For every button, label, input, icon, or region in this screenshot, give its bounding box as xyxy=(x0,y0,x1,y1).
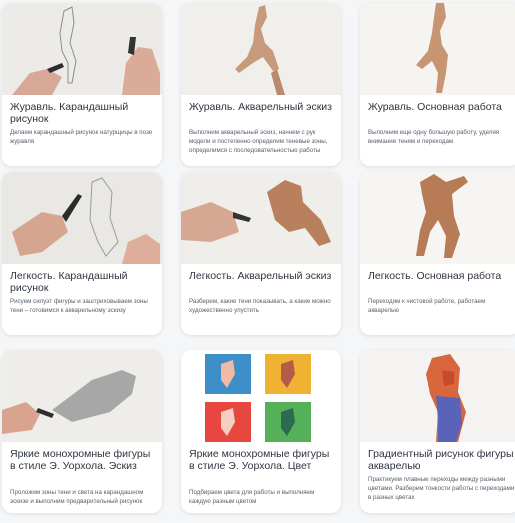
lesson-card[interactable]: Журавль. Карандашный рисунок Делаем кара… xyxy=(2,3,162,166)
pencil-sketch-thumbnail xyxy=(2,172,162,264)
lesson-card[interactable]: Яркие монохромные фигуры в стиле Э. Уорх… xyxy=(2,350,162,513)
card-description: Подбираем цвета для работы и выполняем к… xyxy=(189,489,315,505)
lesson-card[interactable]: Градиентный рисунок фигуры акварелью Пра… xyxy=(360,350,515,513)
card-title: Градиентный рисунок фигуры акварелью xyxy=(368,448,514,472)
four-color-figures-thumbnail xyxy=(181,350,341,442)
pencil-drawing-thumbnail xyxy=(2,350,162,442)
pencil-sketch-thumbnail xyxy=(2,3,162,95)
lesson-card[interactable]: Журавль. Акварельный эскиз Выполним аква… xyxy=(181,3,341,166)
card-title: Легкость. Акварельный эскиз xyxy=(189,270,332,282)
lesson-card[interactable]: Легкость. Акварельный эскиз Разберем, ка… xyxy=(181,172,341,335)
watercolor-sketch-thumbnail xyxy=(181,172,341,264)
lesson-card[interactable]: Яркие монохромные фигуры в стиле Э. Уорх… xyxy=(181,350,341,513)
card-description: Выполним еще одну большую работу, уделяя… xyxy=(368,129,500,145)
card-description: Проложим зоны тени и света на карандашно… xyxy=(10,489,144,505)
card-title: Яркие монохромные фигуры в стиле Э. Уорх… xyxy=(10,448,151,472)
card-description: Переходим к чистовой работе, работаем ак… xyxy=(368,298,486,314)
lesson-card[interactable]: Легкость. Карандашный рисунок Рисуем сил… xyxy=(2,172,162,335)
card-title: Журавль. Акварельный эскиз xyxy=(189,101,332,113)
card-title: Легкость. Основная работа xyxy=(368,270,502,282)
card-description: Выполним акварельный эскиз, начнем с рук… xyxy=(189,129,328,154)
card-description: Практикуем плавные переходы между разным… xyxy=(368,476,515,501)
watercolor-figure-thumbnail xyxy=(360,172,515,264)
card-title: Журавль. Основная работа xyxy=(368,101,502,113)
card-description: Рисуем силуэт фигуры и заштриховываем зо… xyxy=(10,298,148,314)
watercolor-figure-thumbnail xyxy=(360,3,515,95)
card-title: Журавль. Карандашный рисунок xyxy=(10,101,129,125)
card-title: Яркие монохромные фигуры в стиле Э. Уорх… xyxy=(189,448,330,472)
card-description: Делаем карандашный рисунок натурщицы в п… xyxy=(10,129,153,145)
gradient-watercolor-thumbnail xyxy=(360,350,515,442)
lesson-card[interactable]: Журавль. Основная работа Выполним еще од… xyxy=(360,3,515,166)
lesson-card[interactable]: Легкость. Основная работа Переходим к чи… xyxy=(360,172,515,335)
card-title: Легкость. Карандашный рисунок xyxy=(10,270,128,294)
card-description: Разберем, какие тени показывать, а какие… xyxy=(189,298,331,314)
watercolor-sketch-thumbnail xyxy=(181,3,341,95)
